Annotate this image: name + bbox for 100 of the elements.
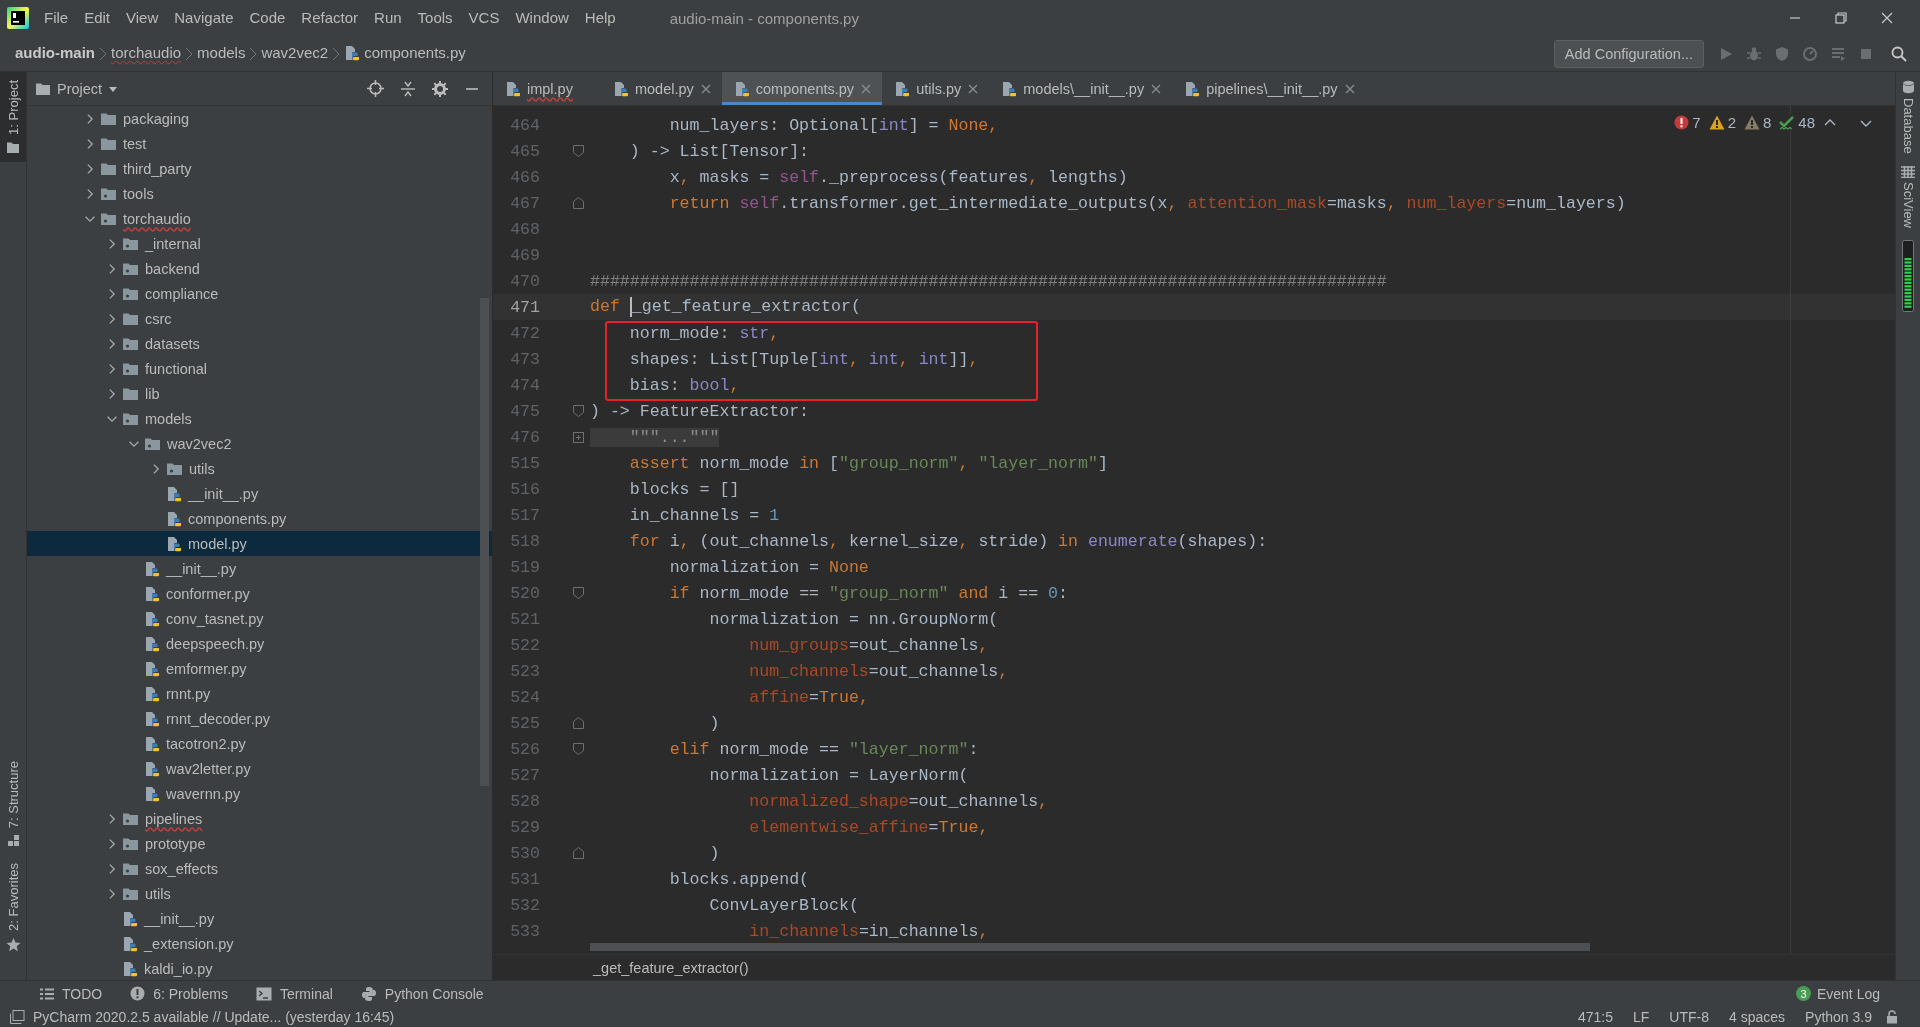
- tree-item[interactable]: conformer.py: [27, 581, 492, 606]
- scrollbar[interactable]: [480, 298, 489, 786]
- collapse-all-icon[interactable]: [400, 80, 416, 97]
- line-number: 466: [509, 167, 541, 187]
- tree-item[interactable]: lib: [27, 381, 492, 406]
- tree-item[interactable]: deepspeech.py: [27, 631, 492, 656]
- tool-window-tab[interactable]: 7: Structure: [0, 752, 26, 856]
- status-message[interactable]: PyCharm 2020.2.5 available // Update... (yesterday 16:45): [33, 1008, 395, 1025]
- tree-item[interactable]: csrc: [27, 306, 492, 331]
- menu-item[interactable]: Navigate: [166, 0, 242, 36]
- tree-item[interactable]: third_party: [27, 156, 492, 181]
- editor-tab[interactable]: pipelines\__init__.py: [1172, 72, 1366, 105]
- fold-icon[interactable]: [573, 405, 584, 417]
- close-icon[interactable]: [1343, 82, 1356, 95]
- tree-item[interactable]: _internal: [27, 231, 492, 256]
- menu-item[interactable]: Window: [507, 0, 577, 36]
- menu-item[interactable]: Edit: [76, 0, 119, 36]
- tree-item[interactable]: utils: [27, 456, 492, 481]
- menu-item[interactable]: View: [118, 0, 167, 36]
- tree-item[interactable]: __init__.py: [27, 556, 492, 581]
- tree-item[interactable]: model.py: [27, 531, 492, 556]
- tree-item[interactable]: tacotron2.py: [27, 731, 492, 756]
- tool-window-button[interactable]: Terminal: [255, 985, 333, 1002]
- scrollbar[interactable]: [590, 943, 1590, 951]
- tree-item[interactable]: wavernn.py: [27, 781, 492, 806]
- menu-item[interactable]: Help: [576, 0, 624, 36]
- tool-window-button[interactable]: TODO: [40, 985, 103, 1002]
- editor-tab[interactable]: impl.py: [493, 72, 601, 105]
- breadcrumb[interactable]: torchaudio: [108, 40, 185, 67]
- event-log-button[interactable]: 3 Event Log: [1795, 985, 1880, 1002]
- tool-window-button[interactable]: 6: Problems: [130, 985, 228, 1002]
- close-icon[interactable]: [1880, 11, 1894, 25]
- tree-item[interactable]: emformer.py: [27, 656, 492, 681]
- breadcrumb[interactable]: models: [194, 40, 249, 67]
- breadcrumb[interactable]: audio-main: [12, 40, 98, 67]
- editor-tab[interactable]: model.py: [600, 72, 722, 105]
- status-item[interactable]: UTF-8: [1663, 1008, 1715, 1025]
- fold-icon[interactable]: [573, 587, 584, 599]
- fold-icon[interactable]: [573, 197, 584, 209]
- menu-item[interactable]: File: [36, 0, 77, 36]
- tree-item[interactable]: compliance: [27, 281, 492, 306]
- close-icon[interactable]: [967, 82, 980, 95]
- tree-item[interactable]: components.py: [27, 506, 492, 531]
- tree-item[interactable]: functional: [27, 356, 492, 381]
- tree-item[interactable]: datasets: [27, 331, 492, 356]
- menu-item[interactable]: Tools: [409, 0, 461, 36]
- tool-window-tab[interactable]: Database: [1900, 80, 1916, 162]
- fold-icon[interactable]: [573, 717, 584, 729]
- editor-tab[interactable]: utils.py: [882, 72, 990, 105]
- breadcrumb[interactable]: components.py: [341, 40, 469, 67]
- menu-item[interactable]: Code: [241, 0, 294, 36]
- tree-item[interactable]: conv_tasnet.py: [27, 606, 492, 631]
- status-item[interactable]: LF: [1627, 1008, 1656, 1025]
- menu-item[interactable]: Refactor: [293, 0, 367, 36]
- tree-item[interactable]: test: [27, 131, 492, 156]
- editor-tab[interactable]: models\__init__.py: [989, 72, 1173, 105]
- tool-window-tab[interactable]: SciView: [1900, 165, 1916, 236]
- settings-icon[interactable]: [432, 80, 448, 97]
- crosshair-icon[interactable]: [367, 80, 384, 97]
- fold-icon[interactable]: [573, 847, 584, 859]
- structure-breadcrumb[interactable]: _get_feature_extractor(): [593, 959, 749, 976]
- tool-window-button[interactable]: Python Console: [360, 985, 484, 1002]
- expand-fold-icon[interactable]: [573, 431, 584, 443]
- menu-item[interactable]: Run: [366, 0, 410, 36]
- tree-item[interactable]: wav2letter.py: [27, 756, 492, 781]
- tool-window-tab[interactable]: 1: Project: [0, 72, 26, 162]
- tree-item[interactable]: tools: [27, 181, 492, 206]
- tree-item[interactable]: sox_effects: [27, 856, 492, 881]
- python-file-icon: [144, 735, 160, 752]
- project-view-selector[interactable]: Project: [35, 80, 119, 97]
- menu-item[interactable]: VCS: [460, 0, 508, 36]
- status-item[interactable]: Python 3.9: [1799, 1008, 1878, 1025]
- tree-item[interactable]: rnnt_decoder.py: [27, 706, 492, 731]
- status-item[interactable]: 4 spaces: [1723, 1008, 1792, 1025]
- tree-item[interactable]: pipelines: [27, 806, 492, 831]
- tree-item[interactable]: _extension.py: [27, 931, 492, 956]
- tree-item[interactable]: backend: [27, 256, 492, 281]
- lock-icon[interactable]: [1886, 1009, 1898, 1024]
- tree-item[interactable]: __init__.py: [27, 906, 492, 931]
- tree-item[interactable]: rnnt.py: [27, 681, 492, 706]
- tree-item[interactable]: __init__.py: [27, 481, 492, 506]
- editor-tab[interactable]: components.py: [721, 72, 883, 105]
- fold-icon[interactable]: [573, 145, 584, 157]
- add-configuration-button[interactable]: Add Configuration...: [1553, 39, 1704, 68]
- close-icon[interactable]: [699, 82, 712, 95]
- close-icon[interactable]: [1150, 82, 1163, 95]
- tree-item[interactable]: wav2vec2: [27, 431, 492, 456]
- breadcrumb[interactable]: wav2vec2: [258, 40, 332, 67]
- tree-item[interactable]: prototype: [27, 831, 492, 856]
- fold-icon[interactable]: [573, 743, 584, 755]
- tree-item[interactable]: torchaudio: [27, 206, 492, 231]
- tree-item[interactable]: packaging: [27, 106, 492, 131]
- tree-item[interactable]: models: [27, 406, 492, 431]
- tree-item[interactable]: utils: [27, 881, 492, 906]
- status-item[interactable]: 471:5: [1571, 1008, 1619, 1025]
- problem-count: 48: [1798, 114, 1815, 131]
- search-icon[interactable]: [1890, 44, 1908, 63]
- tree-item[interactable]: kaldi_io.py: [27, 956, 492, 980]
- restore-icon[interactable]: [1834, 11, 1848, 25]
- tool-window-tab[interactable]: 2: Favorites: [0, 855, 26, 960]
